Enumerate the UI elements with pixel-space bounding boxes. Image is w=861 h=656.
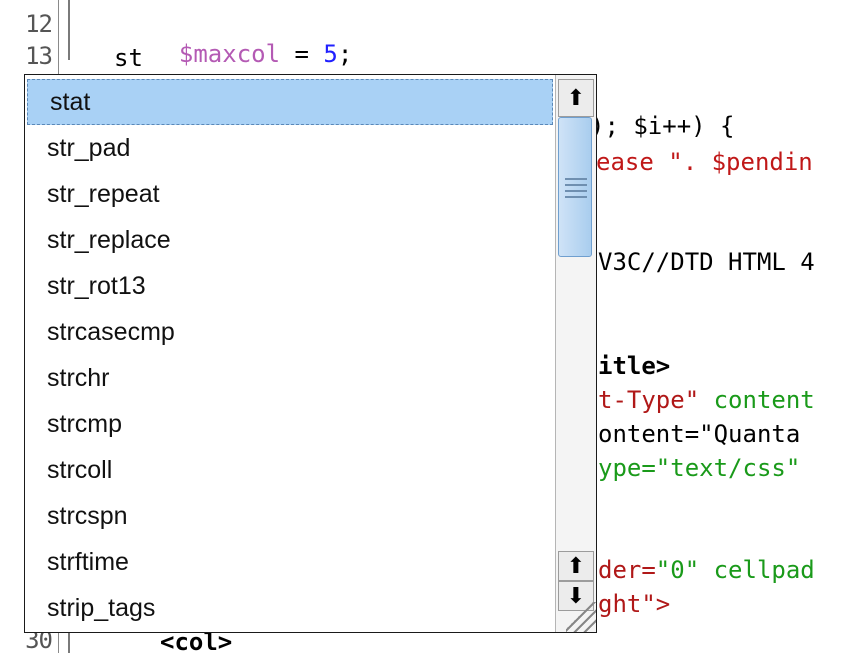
completion-list[interactable]: stat str_pad str_repeat str_replace str_… [25,75,555,632]
code-fragment: ontent="Quanta [598,420,815,448]
code-fragment: t-Type" content [598,386,815,414]
scroll-up-button-lower[interactable]: ⬆ [558,551,594,581]
arrow-up-icon: ⬆ [566,85,586,111]
completion-item[interactable]: strcspn [25,493,555,539]
code-text: ); $i++) { [590,112,735,140]
line-number: 12 [25,10,53,38]
completion-item[interactable]: strip_tags [25,585,555,631]
completion-item[interactable]: str_rot13 [25,263,555,309]
resize-grip-icon[interactable] [566,602,596,632]
number-token: 5 [323,40,338,68]
code-fragment: itle> [598,352,671,380]
fold-marker [68,630,80,653]
code-fragment: V3C//DTD HTML 4 [598,248,815,276]
code-fragment: der="0" cellpad [598,556,815,584]
code-fragment: ght"> [598,590,671,618]
variable-token: $maxcol [178,40,281,68]
completion-item[interactable]: str_pad [25,125,555,171]
code-line-12: $maxcol = 5; [150,12,352,68]
autocomplete-popup[interactable]: stat str_pad str_repeat str_replace str_… [24,74,597,633]
completion-item[interactable]: stat [27,79,553,125]
completion-item[interactable]: str_repeat [25,171,555,217]
completion-item[interactable]: str_replace [25,217,555,263]
scrollbar-thumb[interactable] [558,117,592,257]
grip-line [565,196,587,198]
code-fragment: ease ". $pendin [596,148,813,176]
scroll-up-button[interactable]: ⬆ [558,79,594,117]
completion-item[interactable]: strchr [25,355,555,401]
fold-marker [68,0,80,60]
completion-item[interactable]: strcmp [25,401,555,447]
grip-line [565,184,587,186]
completion-item[interactable]: strcasecmp [25,309,555,355]
grip-line [565,190,587,192]
semicolon-token: ; [337,40,353,68]
completion-item[interactable]: strftime [25,539,555,585]
code-fragment: ); $i++) { [590,112,735,140]
line-number: 13 [25,42,53,70]
arrow-up-icon: ⬆ [566,553,586,579]
code-line-13[interactable]: st [114,44,143,72]
code-fragment: ype="text/css" [598,454,815,482]
grip-line [565,178,587,180]
attr-token: t-Type" [598,386,700,414]
attr-token: der= [598,556,656,584]
string-token: "0" [655,556,700,584]
completion-item[interactable]: strcoll [25,447,555,493]
code-text: cellpad [699,556,815,584]
operator-token: = [280,40,324,68]
string-token: content [699,386,815,414]
vertical-scrollbar[interactable]: ⬆ ⬆ ⬇ [555,75,596,632]
